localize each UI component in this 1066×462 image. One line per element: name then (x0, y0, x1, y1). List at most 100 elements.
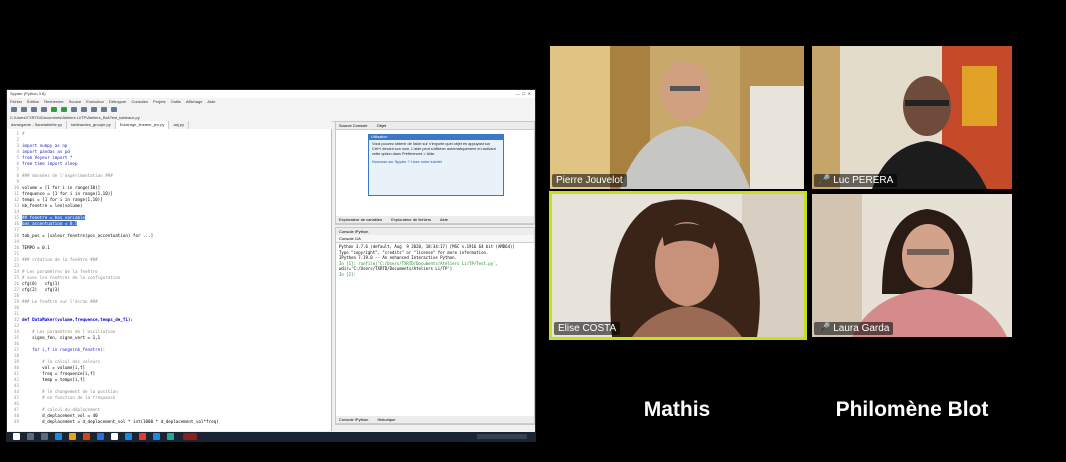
video-tile-laura[interactable]: 🎤 Laura Garda (812, 194, 1012, 337)
system-tray[interactable] (477, 434, 527, 439)
editor-tab[interactable]: aaj.py (169, 121, 190, 129)
participant-name: Pierre Jouvelot (552, 174, 627, 187)
window-controls[interactable]: — ☐ ✕ (516, 90, 531, 98)
line-number: 49 (13, 419, 19, 424)
help-usage-text: Vous pouvez obtenir de l'aide sur n'impo… (372, 142, 496, 156)
console-line: Python 3.7.6 (default, Aug 9 2020, 18:34… (339, 244, 515, 249)
code-text: frequence = [1 for i in range(1,10)] (22, 191, 113, 196)
menu-item[interactable]: Déboguer (109, 99, 127, 104)
code-text: vol = volume[i,f] (22, 365, 86, 370)
help-tab-source[interactable]: Source Console (339, 123, 367, 128)
tab-variable-explorer[interactable]: Explorateur de variables (339, 217, 382, 222)
code-text: from time import sleep (22, 161, 78, 166)
menu-item[interactable]: Recherche (44, 99, 63, 104)
code-editor[interactable]: 1 #2 3 import numpy as np 4 import pandas as … (7, 129, 332, 431)
help-tab-object[interactable]: Objet (377, 123, 387, 128)
run-icon[interactable] (51, 107, 57, 112)
open-file-icon[interactable] (21, 107, 27, 112)
code-text: freq = frequence[i,f] (22, 371, 96, 376)
menu-item[interactable]: Fichier (10, 99, 22, 104)
debug-icon[interactable] (71, 107, 77, 112)
participant-name: Elise COSTA (554, 322, 621, 335)
code-text: cfg(0) cfg(1) (22, 281, 60, 286)
code-text: # le changement de la position (22, 389, 118, 394)
code-text: cfg(2) cfg(3) (22, 287, 60, 292)
participant-video (812, 194, 1012, 337)
code-text: tab_pos = [valeur_fenetre(pos_accentuati… (22, 233, 154, 238)
app-icon[interactable] (167, 433, 174, 440)
windows-taskbar (7, 432, 535, 441)
code-text: import pandas as pd (22, 149, 70, 154)
active-app-icon[interactable] (183, 433, 197, 440)
code-text: ### création de la fenêtre ### (22, 257, 98, 262)
help-usage-box: Utilisation Vous pouvez obtenir de l'aid… (368, 134, 504, 196)
tab-ipython-console[interactable]: Console IPython (339, 417, 368, 422)
help-usage-title: Utilisation (369, 135, 503, 140)
console-bottom-tabs: Console IPython Historique (336, 416, 534, 424)
code-text: temps = [1 for i in range(1,10)] (22, 197, 103, 202)
maximize-icon[interactable] (91, 107, 97, 112)
menu-item[interactable]: Consoles (131, 99, 148, 104)
save-all-icon[interactable] (41, 107, 47, 112)
video-tile-luc[interactable]: 🎤 Luc PERERA (812, 46, 1012, 189)
chrome-icon[interactable] (111, 433, 118, 440)
menu-item[interactable]: Outils (171, 99, 181, 104)
code-text: temp = temps[i,f] (22, 377, 86, 382)
editor-tab[interactable]: tableaudes_groupe.py (67, 121, 116, 129)
participant-mathis[interactable]: Mathis (550, 398, 804, 428)
menu-item[interactable]: Source (69, 99, 82, 104)
video-tile-pierre[interactable]: Pierre Jouvelot (550, 46, 804, 189)
file-explorer-icon[interactable] (69, 433, 76, 440)
participant-video (550, 46, 804, 189)
save-icon[interactable] (31, 107, 37, 112)
menu-item[interactable]: Édition (27, 99, 39, 104)
code-text: ## fenetre = bas_variable (22, 215, 86, 220)
tab-help[interactable]: Aide (440, 217, 448, 222)
tab-file-explorer[interactable]: Explorateur de fichiers (391, 217, 431, 222)
help-footer-link[interactable]: Nouveau sur Spyder ? Lisez notre tutorie… (372, 160, 500, 165)
tab-history[interactable]: Historique (377, 417, 395, 422)
new-file-icon[interactable] (11, 107, 17, 112)
muted-icon: 🎤 (818, 323, 831, 334)
console-tab[interactable]: Console 1/A (339, 236, 361, 241)
office-icon[interactable] (83, 433, 90, 440)
menu-item[interactable]: Exécution (86, 99, 104, 104)
code-text: # le calcul des valeurs (22, 359, 101, 364)
code-text: import numpy as np (22, 143, 68, 148)
shared-screen: Spyder (Python 3.8) — ☐ ✕ Fichier Édition… (6, 89, 536, 442)
participant-video (552, 194, 804, 337)
code-text: signe_fen, signe_vert = 1,1 (22, 335, 101, 340)
code-text: ### Le fenêtre sur l'écran ### (22, 299, 98, 304)
code-text: from Voyeur import * (22, 155, 73, 160)
mid-tabs: Explorateur de variables Explorateur de … (336, 216, 534, 224)
ipython-console[interactable]: Console IPython Console 1/A Python 3.7.6… (335, 227, 535, 425)
code-text: # calcul du déplacement (22, 407, 101, 412)
menu-item[interactable]: Affichage (186, 99, 203, 104)
console-header-label: Console IPython (339, 229, 369, 234)
menu-item[interactable]: Aide (207, 99, 215, 104)
editor-tab[interactable]: damegame - Sanstablette.py (7, 121, 68, 129)
windows-start-icon[interactable] (13, 433, 20, 440)
video-tile-elise[interactable]: Elise COSTA (549, 191, 807, 340)
code-text: def DataMaker(volume,frequence,temps_de_… (22, 317, 133, 322)
preferences-icon[interactable] (101, 107, 107, 112)
stop-icon[interactable] (81, 107, 87, 112)
teams-icon[interactable] (153, 433, 160, 440)
zoom-app-icon[interactable] (97, 433, 104, 440)
run-cell-icon[interactable] (61, 107, 67, 112)
code-text: # Les paramètres de l'oscillation (22, 329, 116, 334)
outlook-icon[interactable] (125, 433, 132, 440)
edge-browser-icon[interactable] (55, 433, 62, 440)
editor-tab[interactable]: Eclairage_lineaire_jeu.py (115, 121, 170, 129)
python-path-icon[interactable] (111, 107, 117, 112)
search-icon[interactable] (27, 433, 34, 440)
menu-item[interactable]: Projets (153, 99, 165, 104)
task-view-icon[interactable] (41, 433, 48, 440)
participant-name: Laura Garda (833, 323, 890, 334)
code-text: # avec les fenêtres de la configuration (22, 275, 121, 280)
spyder-icon[interactable] (139, 433, 146, 440)
console-output: Python 3.7.6 (default, Aug 9 2020, 18:34… (339, 244, 531, 414)
code-text: # en fonction de la frequence (22, 395, 116, 400)
participant-philomene[interactable]: Philomène Blot (812, 398, 1012, 428)
console-tabbar: Console 1/A (336, 235, 534, 243)
